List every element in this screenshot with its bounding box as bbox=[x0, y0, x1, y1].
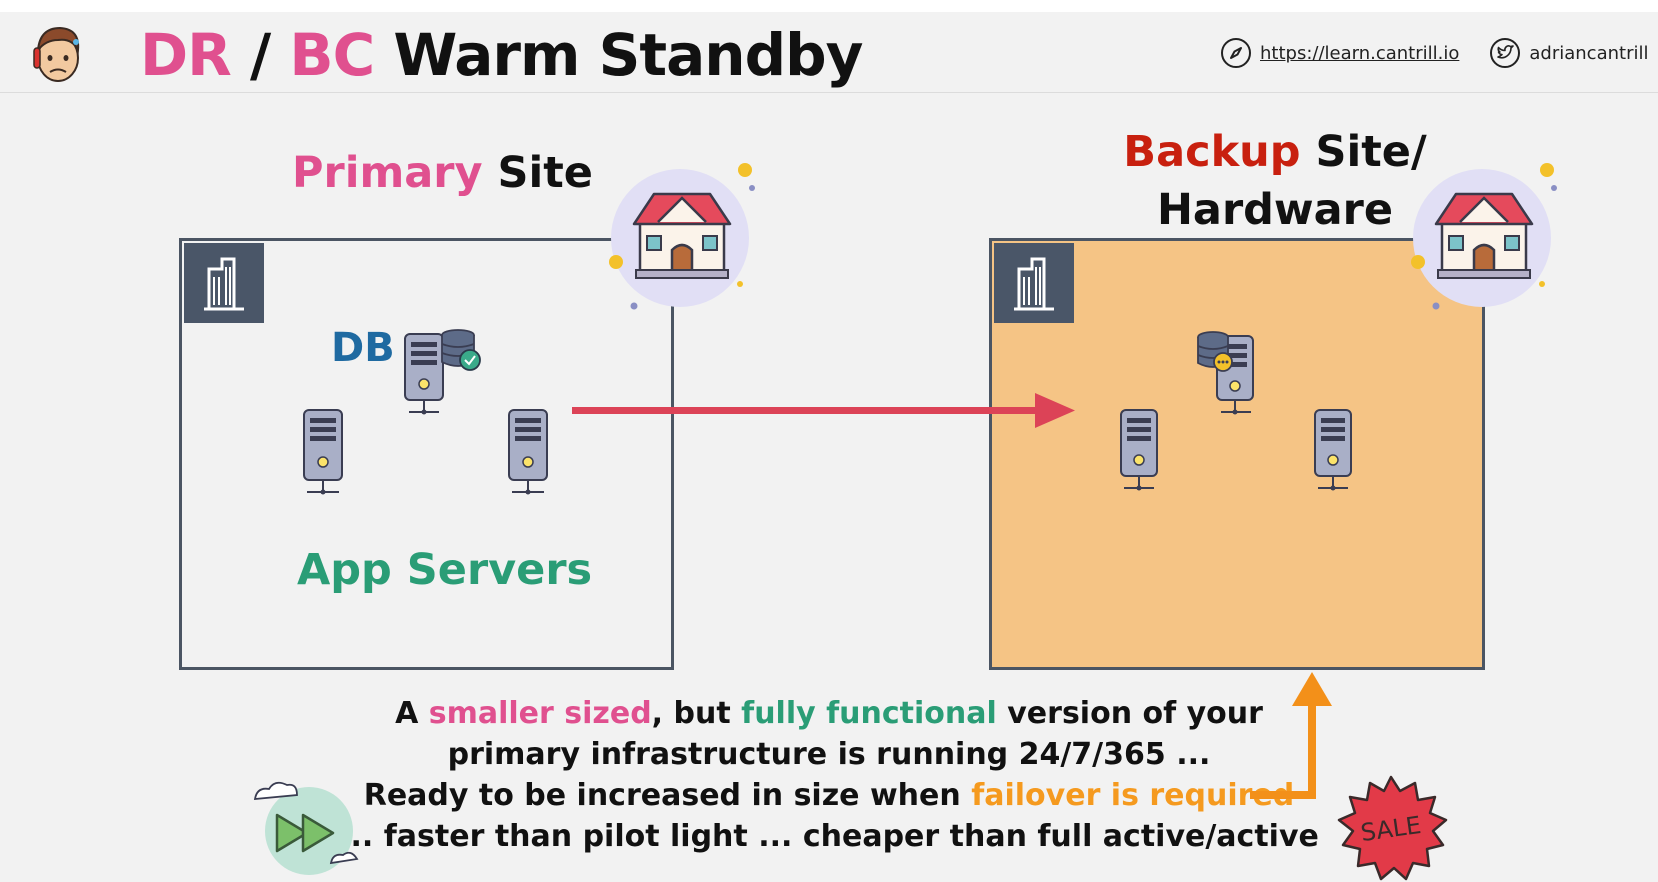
top-strip bbox=[0, 0, 1658, 12]
backup-server-icon-1 bbox=[1120, 409, 1158, 491]
twitter-icon bbox=[1490, 38, 1521, 68]
header-links: https://learn.cantrill.io adriancantrill bbox=[1220, 36, 1648, 70]
primary-house-icon bbox=[609, 163, 755, 310]
app-servers-label: App Servers bbox=[297, 545, 593, 595]
building-icon bbox=[204, 257, 244, 311]
replication-arrow bbox=[572, 393, 1075, 428]
backup-house-icon bbox=[1411, 163, 1557, 310]
sale-badge-icon: SALE bbox=[1337, 775, 1448, 881]
app-server-icon-2 bbox=[508, 409, 548, 495]
title-slash: / bbox=[230, 21, 290, 89]
primary-building-tile bbox=[184, 243, 264, 323]
backup-building-tile bbox=[994, 243, 1074, 323]
db-label: DB bbox=[331, 325, 395, 371]
backup-db-server-icon bbox=[1197, 331, 1254, 415]
caption-line-2: primary infrastructure is running 24/7/3… bbox=[447, 737, 1211, 772]
failover-arrow bbox=[1250, 672, 1332, 799]
avatar-icon bbox=[33, 26, 80, 82]
title-dr: DR bbox=[140, 21, 232, 89]
backup-server-icon-2 bbox=[1314, 409, 1352, 491]
title-rest: Warm Standby bbox=[374, 21, 863, 89]
twitter-handle-link[interactable]: adriancantrill bbox=[1529, 43, 1648, 64]
building-icon bbox=[1014, 257, 1054, 311]
fast-forward-icon bbox=[253, 781, 359, 875]
primary-site-label: Primary Site bbox=[292, 148, 593, 198]
caption-line-1: A smaller sized, but fully functional ve… bbox=[395, 696, 1263, 731]
page-title: DR / BC Warm Standby bbox=[140, 20, 863, 90]
title-bc: BC bbox=[289, 21, 375, 89]
app-server-icon-1 bbox=[303, 409, 343, 495]
site-url-link[interactable]: https://learn.cantrill.io bbox=[1260, 43, 1459, 64]
compass-icon bbox=[1221, 38, 1251, 68]
db-server-icon bbox=[404, 329, 481, 415]
